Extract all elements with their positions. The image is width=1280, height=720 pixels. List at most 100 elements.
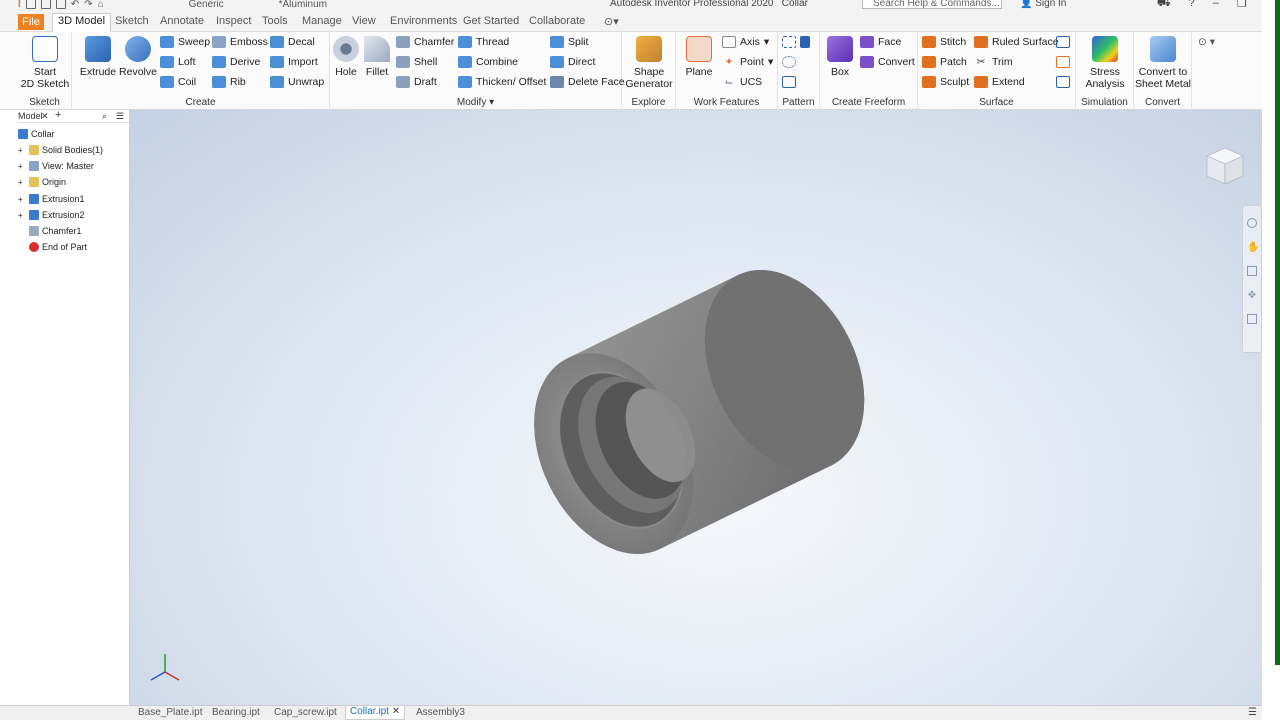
help-icon[interactable]: ?	[1189, 0, 1195, 11]
redo-icon[interactable]: ↷	[84, 0, 92, 10]
orbit-icon[interactable]: ✥	[1247, 290, 1257, 301]
tab-environments[interactable]: Environments	[390, 15, 457, 27]
tab-manage[interactable]: Manage	[302, 15, 342, 27]
steering-wheel-icon[interactable]	[1247, 218, 1257, 228]
surface-tool-2-button[interactable]	[1056, 56, 1070, 68]
ribbon-options-icon[interactable]: ⊙ ▾	[1198, 36, 1215, 48]
combine-button[interactable]: Combine	[458, 56, 518, 68]
browser-tab-model[interactable]: Model	[18, 111, 43, 121]
trim-button[interactable]: ✂ Trim	[974, 56, 1013, 68]
close-tab-icon[interactable]: ✕	[392, 706, 400, 717]
expand-icon[interactable]: +	[18, 162, 26, 171]
loft-button[interactable]: Loft	[160, 56, 196, 68]
draft-button[interactable]: Draft	[396, 76, 437, 88]
tab-get-started[interactable]: Get Started	[463, 15, 519, 27]
help-search-input[interactable]: Search Help & Commands...	[862, 0, 1002, 9]
tab-file[interactable]: File	[18, 14, 44, 30]
fillet-button[interactable]: Fillet	[362, 36, 392, 78]
tree-item-collar[interactable]: Collar	[18, 129, 55, 139]
view-cube[interactable]	[1203, 144, 1247, 188]
ucs-button[interactable]: ⌙ UCS	[722, 76, 763, 88]
close-browser-icon[interactable]: ✕	[41, 111, 49, 122]
sculpt-button[interactable]: Sculpt	[922, 76, 969, 88]
browser-search-icon[interactable]: ⌕	[102, 111, 107, 122]
zoom-icon[interactable]	[1247, 266, 1257, 276]
browser-menu-icon[interactable]: ☰	[116, 111, 124, 122]
hole-button[interactable]: Hole	[332, 36, 360, 78]
doc-tab-assembly3[interactable]: Assembly3	[416, 707, 465, 718]
tree-item-extrusion2[interactable]: + Extrusion2	[18, 210, 85, 220]
new-file-icon[interactable]	[25, 0, 36, 9]
tab-tools[interactable]: Tools	[262, 15, 288, 27]
pan-icon[interactable]: ✋	[1247, 242, 1259, 253]
look-at-icon[interactable]	[1247, 314, 1257, 324]
tab-annotate[interactable]: Annotate	[160, 15, 204, 27]
doc-tab-bearing[interactable]: Bearing.ipt	[212, 707, 260, 718]
tree-item-origin[interactable]: + Origin	[18, 177, 66, 187]
minimize-button[interactable]: –	[1213, 0, 1219, 11]
ruled-surface-button[interactable]: Ruled Surface	[974, 36, 1059, 48]
surface-tool-1-button[interactable]	[1056, 36, 1070, 48]
save-icon[interactable]	[55, 0, 66, 9]
home-icon[interactable]: ⌂	[98, 0, 104, 10]
tab-3d-model[interactable]: 3D Model	[52, 13, 112, 32]
stress-analysis-button[interactable]: Stress Analysis	[1076, 36, 1134, 90]
expand-icon[interactable]: +	[18, 211, 26, 220]
shape-generator-button[interactable]: Shape Generator	[622, 36, 676, 90]
axis-button[interactable]: Axis ▾	[722, 36, 769, 48]
group-label-modify[interactable]: Modify ▾	[330, 97, 621, 108]
tab-sketch[interactable]: Sketch	[115, 15, 149, 27]
tab-view[interactable]: View	[352, 15, 376, 27]
coil-button[interactable]: Coil	[160, 76, 196, 88]
unwrap-button[interactable]: Unwrap	[270, 76, 324, 88]
doc-tab-cap-screw[interactable]: Cap_screw.ipt	[274, 707, 337, 718]
derive-button[interactable]: Derive	[212, 56, 260, 68]
patch-button[interactable]: Patch	[922, 56, 967, 68]
inventor-logo-icon[interactable]: I	[18, 0, 21, 10]
expand-icon[interactable]: +	[18, 195, 26, 204]
expand-icon[interactable]: +	[18, 178, 26, 187]
tab-inspect[interactable]: Inspect	[216, 15, 251, 27]
emboss-button[interactable]: Emboss	[212, 36, 268, 48]
tree-item-view-master[interactable]: + View: Master	[18, 161, 94, 171]
doc-tab-collar[interactable]: Collar.ipt ✕	[345, 706, 406, 720]
sketch-pattern-button[interactable]	[782, 76, 796, 88]
appearance-dropdown[interactable]: Generic	[189, 0, 224, 10]
stitch-button[interactable]: Stitch	[922, 36, 966, 48]
tree-item-solid-bodies[interactable]: + Solid Bodies(1)	[18, 145, 103, 155]
chamfer-button[interactable]: Chamfer	[396, 36, 454, 48]
graphics-viewport[interactable]: ✋ ✥	[130, 110, 1262, 705]
surface-tool-3-button[interactable]	[1056, 76, 1070, 88]
point-button[interactable]: ✦ Point ▾	[722, 56, 774, 68]
open-file-icon[interactable]	[40, 0, 51, 9]
tree-item-extrusion1[interactable]: + Extrusion1	[18, 194, 85, 204]
expand-icon[interactable]: +	[18, 146, 26, 155]
import-button[interactable]: Import	[270, 56, 318, 68]
direct-button[interactable]: Direct	[550, 56, 595, 68]
doc-tab-base-plate[interactable]: Base_Plate.ipt	[138, 707, 203, 718]
mirror-icon[interactable]	[800, 36, 810, 48]
sign-in-link[interactable]: 👤 Sign In	[1020, 0, 1066, 9]
circular-pattern-button[interactable]	[782, 56, 796, 68]
sweep-button[interactable]: Sweep	[160, 36, 210, 48]
decal-button[interactable]: Decal	[270, 36, 315, 48]
cart-icon[interactable]: ⛟	[1157, 0, 1171, 11]
rectangular-pattern-button[interactable]	[782, 36, 810, 48]
collar-model[interactable]	[130, 110, 1262, 705]
split-button[interactable]: Split	[550, 36, 588, 48]
shell-button[interactable]: Shell	[396, 56, 437, 68]
convert-freeform-button[interactable]: Convert	[860, 56, 915, 68]
face-button[interactable]: Face	[860, 36, 901, 48]
undo-icon[interactable]: ↶	[71, 0, 79, 10]
thread-button[interactable]: Thread	[458, 36, 509, 48]
tree-item-chamfer1[interactable]: Chamfer1	[29, 226, 82, 236]
extend-button[interactable]: Extend	[974, 76, 1025, 88]
extrude-button[interactable]: Extrude	[78, 36, 118, 78]
tab-overflow-icon[interactable]: ⊙▾	[604, 15, 619, 28]
start-2d-sketch-button[interactable]: Start 2D Sketch	[18, 36, 72, 90]
thicken-offset-button[interactable]: Thicken/ Offset	[458, 76, 546, 88]
tree-item-end-of-part[interactable]: End of Part	[29, 242, 87, 252]
plane-button[interactable]: Plane	[678, 36, 720, 78]
delete-face-button[interactable]: Delete Face	[550, 76, 625, 88]
tab-menu-icon[interactable]: ☰	[1248, 707, 1257, 718]
